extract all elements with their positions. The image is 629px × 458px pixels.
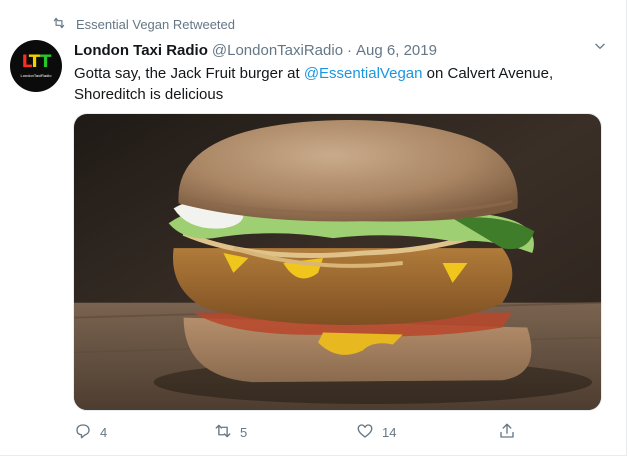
tweet-header: London Taxi Radio @LondonTaxiRadio · Aug… [74, 40, 606, 60]
burger-photo [74, 114, 601, 410]
share-icon [498, 422, 516, 443]
tweet-card[interactable]: Essential Vegan Retweeted LTT LondonTaxi… [0, 0, 627, 456]
avatar-caption: LondonTaxiRadio [20, 73, 52, 78]
retweet-button[interactable]: 5 [214, 420, 247, 444]
author-handle[interactable]: @LondonTaxiRadio [212, 42, 343, 59]
retweet-icon [214, 422, 232, 443]
tweet-text-start: Gotta say, the Jack Fruit burger at [74, 65, 304, 82]
retweet-context-label: Essential Vegan Retweeted [76, 16, 235, 32]
reply-button[interactable]: 4 [74, 420, 107, 444]
author-name[interactable]: London Taxi Radio [74, 42, 208, 59]
heart-icon [356, 422, 374, 443]
avatar-letter-3: T [39, 52, 52, 72]
mention-link[interactable]: @EssentialVegan [304, 65, 423, 82]
retweet-context[interactable]: Essential Vegan Retweeted [52, 15, 235, 33]
like-count: 14 [382, 424, 397, 440]
chevron-down-icon [593, 39, 607, 58]
reply-count: 4 [100, 424, 108, 440]
tweet-actions: 4 5 14 [74, 420, 514, 444]
retweet-count: 5 [240, 424, 248, 440]
retweet-icon [52, 16, 66, 33]
tweet-date[interactable]: Aug 6, 2019 [356, 42, 437, 59]
avatar-letter-1: L [21, 52, 30, 72]
header-separator: · [347, 41, 353, 59]
tweet-photo[interactable] [73, 113, 602, 411]
avatar[interactable]: LTT LondonTaxiRadio [10, 40, 62, 92]
tweet-menu-button[interactable] [592, 40, 608, 56]
share-button[interactable] [498, 420, 516, 444]
tweet-text: Gotta say, the Jack Fruit burger at @Ess… [74, 63, 594, 105]
reply-icon [74, 422, 92, 443]
avatar-letter-2: T [28, 52, 41, 72]
like-button[interactable]: 14 [356, 420, 396, 444]
